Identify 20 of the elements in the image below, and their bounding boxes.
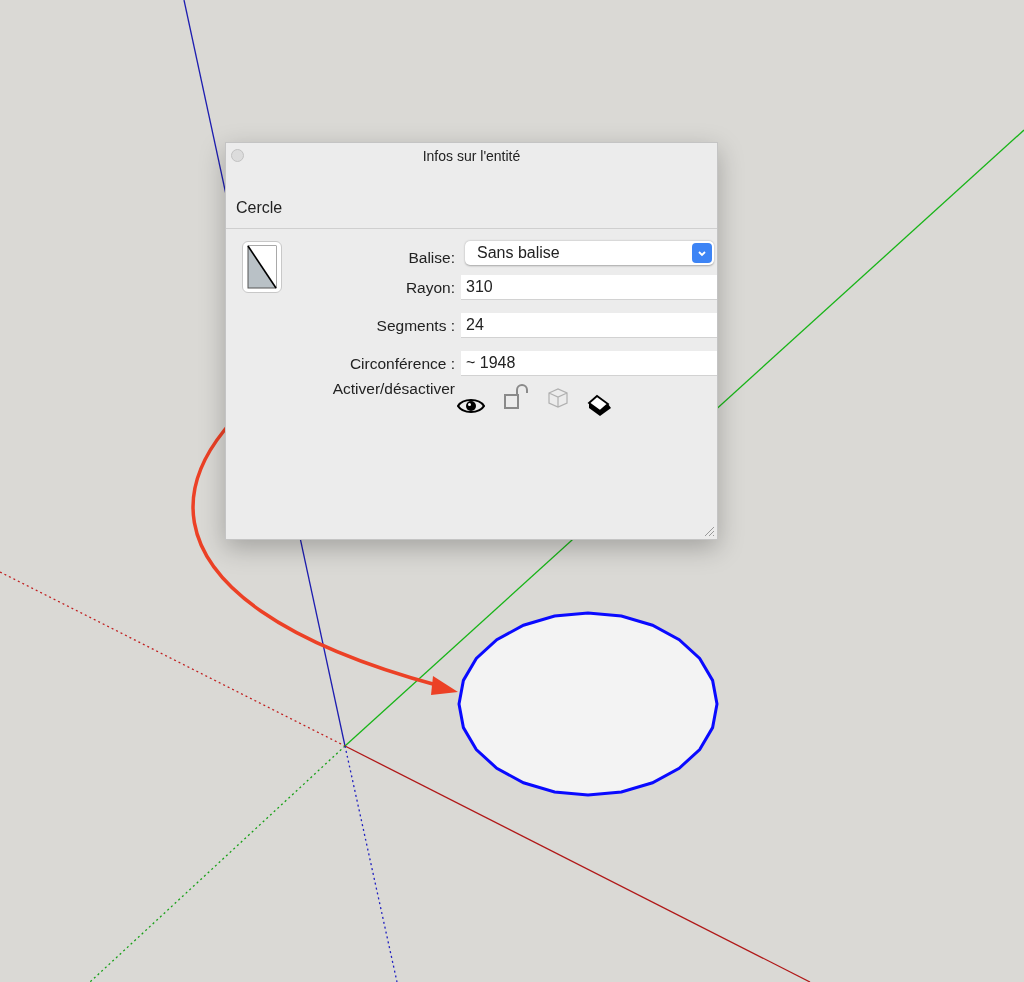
resize-grip-icon[interactable]	[704, 526, 715, 537]
window-title: Infos sur l'entité	[422, 148, 521, 164]
input-field[interactable]: 24	[461, 313, 717, 338]
eraser-icon[interactable]	[587, 394, 613, 418]
eye-icon[interactable]	[457, 397, 485, 415]
input-field[interactable]: ~ 1948	[461, 351, 717, 376]
box-icon[interactable]	[547, 387, 569, 409]
material-swatch[interactable]	[242, 241, 282, 293]
tag-dropdown[interactable]: Sans balise	[465, 241, 714, 265]
input-field[interactable]: 310	[461, 275, 717, 300]
field-label: Activer/désactiver	[331, 380, 455, 398]
chevron-down-icon	[697, 249, 707, 257]
entity-type: Cercle	[226, 199, 717, 229]
material-icon	[247, 245, 277, 289]
field-label: Segments :	[375, 316, 455, 335]
field-label: Rayon:	[404, 278, 455, 297]
padlock-icon[interactable]	[503, 384, 529, 410]
field-label: Balise:	[407, 249, 455, 267]
field-label: Circonférence :	[348, 354, 455, 373]
close-button[interactable]	[231, 149, 244, 162]
